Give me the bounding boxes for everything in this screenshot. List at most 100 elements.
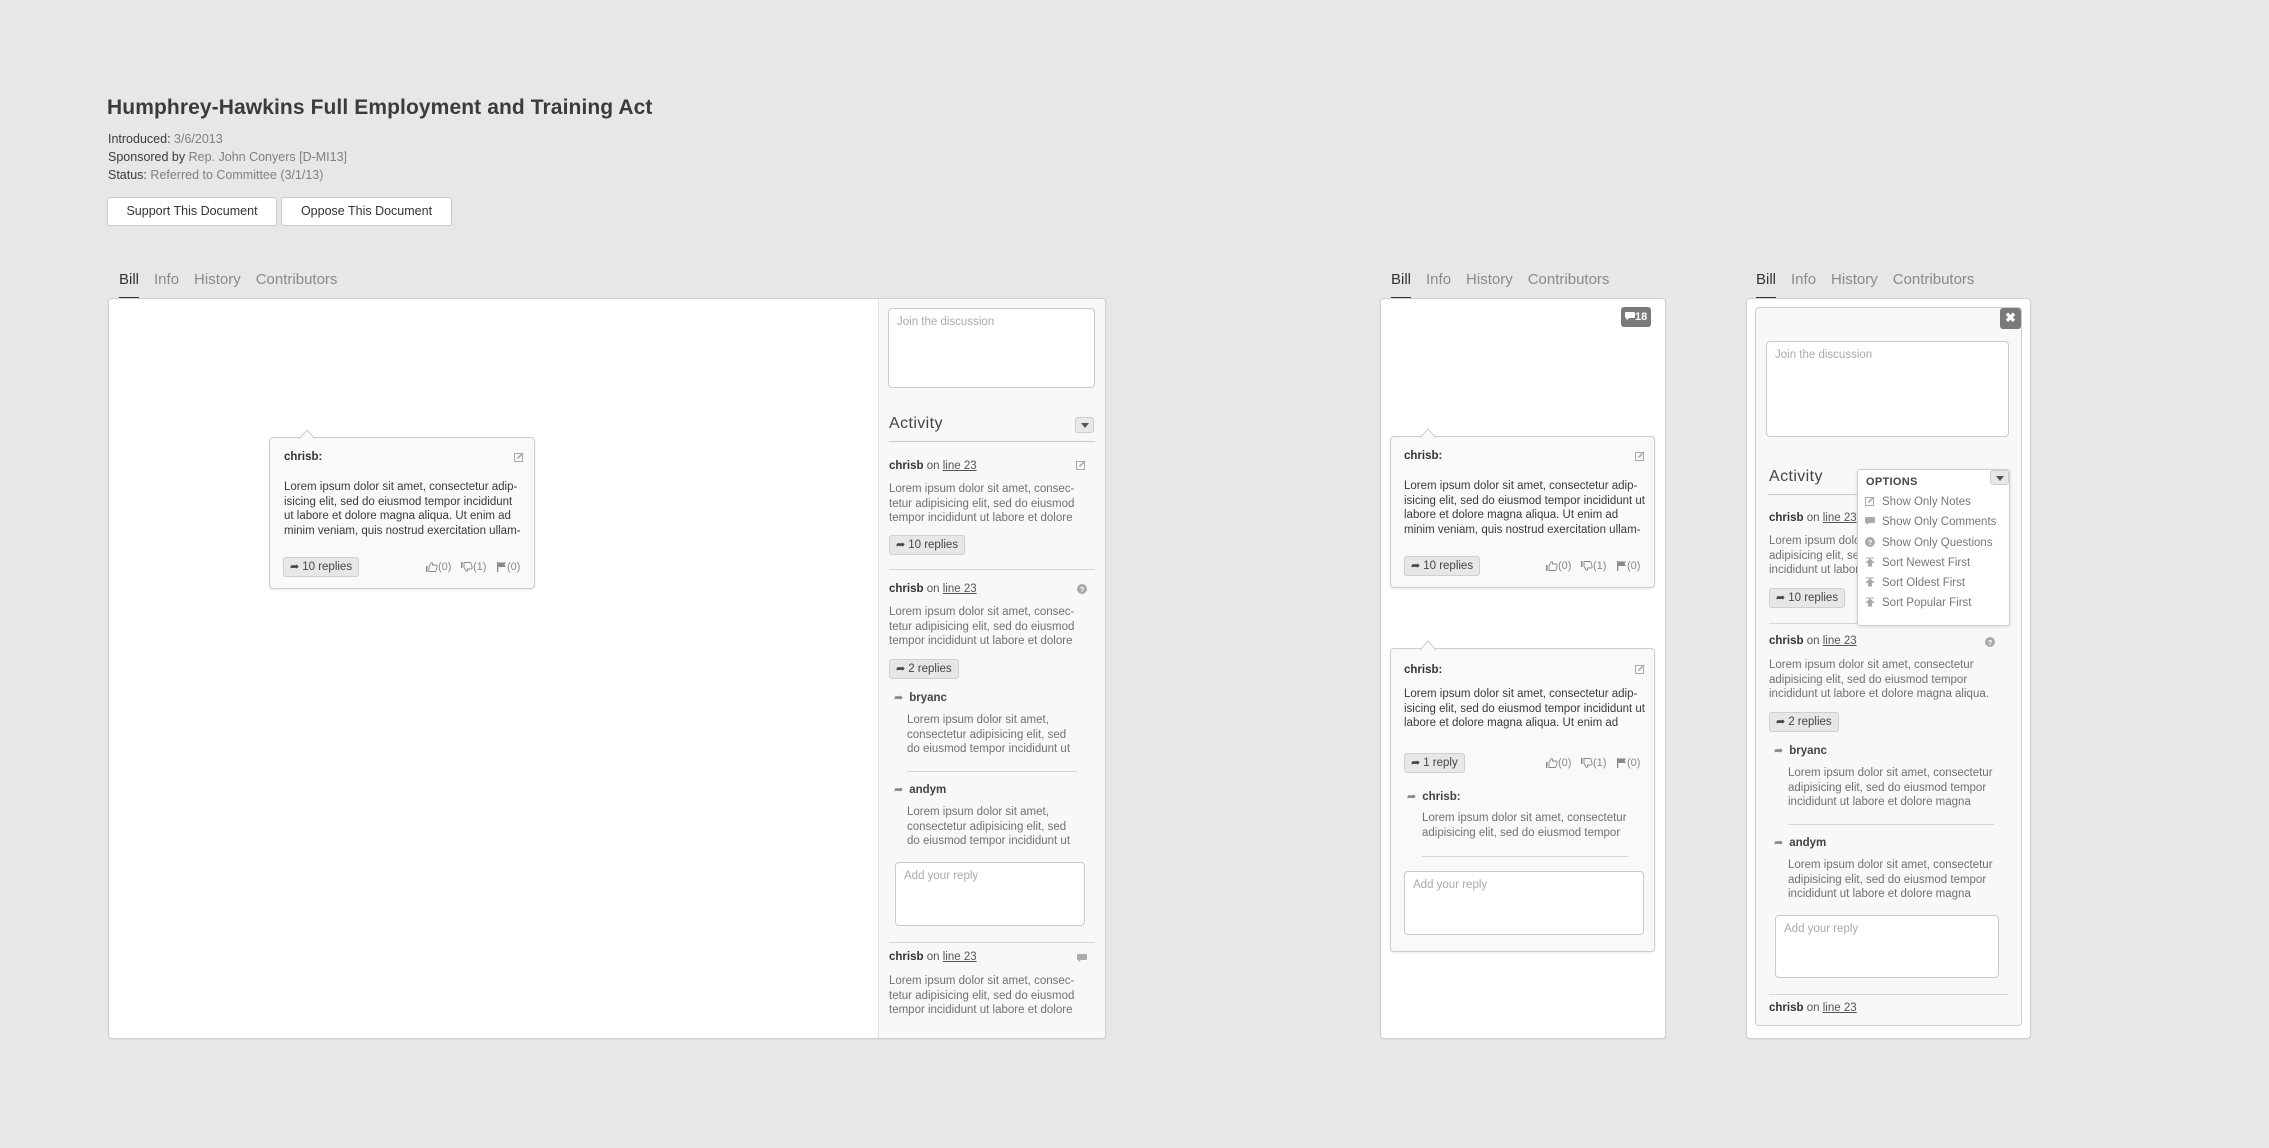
like-button[interactable]: (0) — [1546, 757, 1571, 769]
like-button[interactable]: (0) — [426, 561, 451, 573]
replies-button[interactable]: ➦ 10 replies — [1404, 556, 1481, 576]
note-icon — [1076, 460, 1086, 470]
replies-button[interactable]: ➦ 10 replies — [283, 557, 360, 577]
line-link[interactable]: line 23 — [1823, 512, 1857, 524]
edit-icon[interactable] — [514, 452, 524, 462]
activity-divider — [1768, 494, 1860, 495]
like-count: (0) — [438, 561, 452, 573]
flag-button[interactable]: (0) — [1617, 560, 1640, 572]
activity-item-text: Lorem ipsum dolor sit amet, consec- tetu… — [889, 975, 1075, 1016]
tab-info[interactable]: Info — [154, 271, 179, 299]
replies-button[interactable]: ➦ 2 replies — [889, 659, 959, 679]
sponsor-label: Sponsored by — [108, 150, 186, 164]
menu-item-show-only-comments[interactable]: Show Only Comments — [1864, 516, 1996, 528]
line-link[interactable]: line 23 — [1823, 635, 1857, 647]
tab-info[interactable]: Info — [1791, 271, 1816, 299]
discussion-sidebar: Activity chrisb on line 23 Lorem ipsum d… — [878, 299, 1105, 1038]
menu-item-sort-oldest[interactable]: Sort Oldest First — [1864, 577, 1965, 589]
tab-bill[interactable]: Bill — [1391, 271, 1412, 299]
tab-history[interactable]: History — [1466, 271, 1513, 299]
flag-count: (0) — [1627, 757, 1641, 769]
question-icon — [1864, 537, 1876, 547]
reply-author: ➦ bryanc — [1774, 744, 1827, 757]
line-link[interactable]: line 23 — [1823, 1002, 1857, 1014]
card-text: Lorem ipsum dolor sit amet, consectetur … — [284, 481, 521, 537]
activity-item-meta: chrisb on line 23 — [889, 460, 977, 472]
on-text: on — [1806, 1002, 1820, 1014]
line-link[interactable]: line 23 — [943, 583, 977, 595]
flag-icon — [1617, 561, 1627, 571]
replies-button[interactable]: ➦ 10 replies — [889, 535, 966, 555]
tab-info[interactable]: Info — [1426, 271, 1451, 299]
bill-panel-mobile: 18 chrisb: Lorem ipsum dolor sit amet, c… — [1380, 298, 1666, 1039]
replies-button[interactable]: ➦ 10 replies — [1769, 588, 1846, 608]
add-reply-input[interactable] — [895, 862, 1085, 926]
like-button[interactable]: (0) — [1546, 560, 1571, 572]
introduced-value: 3/6/2013 — [174, 132, 223, 146]
replies-button[interactable]: ➦ 2 replies — [1769, 712, 1839, 732]
annotation-card: chrisb: Lorem ipsum dolor sit amet, cons… — [269, 437, 535, 589]
bill-panel-desktop: chrisb: Lorem ipsum dolor sit amet, cons… — [108, 298, 1106, 1039]
add-reply-input[interactable] — [1404, 871, 1644, 935]
dislike-button[interactable]: (1) — [461, 561, 486, 573]
tab-bill[interactable]: Bill — [1756, 271, 1777, 299]
like-count: (0) — [1558, 757, 1572, 769]
reply-author: ➦ andym — [1774, 836, 1826, 849]
introduced-line: Introduced: 3/6/2013 — [108, 132, 223, 146]
tab-history[interactable]: History — [1831, 271, 1878, 299]
reply-text: Lorem ipsum dolor sit amet, consectetur … — [1422, 812, 1627, 839]
replies-button[interactable]: ➦ 1 reply — [1404, 753, 1465, 773]
join-discussion-input[interactable] — [1766, 341, 2009, 437]
menu-item-label: Show Only Questions — [1882, 537, 1993, 549]
oppose-document-button[interactable]: Oppose This Document — [281, 197, 452, 226]
dislike-count: (1) — [1593, 560, 1607, 572]
close-button[interactable]: ✖ — [2000, 308, 2021, 329]
discussion-overlay: ✖ Activity chrisb on line 23 Lorem ipsum… — [1755, 307, 2022, 1026]
activity-options-dropdown[interactable] — [1075, 417, 1094, 433]
menu-item-label: Show Only Notes — [1882, 496, 1971, 508]
replies-count: 10 replies — [1423, 560, 1474, 572]
replies-count: 1 reply — [1423, 757, 1458, 769]
menu-item-sort-newest[interactable]: Sort Newest First — [1864, 557, 1970, 569]
menu-item-show-only-questions[interactable]: Show Only Questions — [1864, 537, 1993, 549]
activity-author: chrisb — [889, 583, 924, 595]
card-pointer-icon — [1419, 640, 1437, 650]
support-document-button[interactable]: Support This Document — [107, 197, 277, 226]
sort-icon — [1864, 577, 1876, 587]
edit-icon[interactable] — [1635, 451, 1645, 461]
like-count: (0) — [1558, 560, 1572, 572]
tab-contributors[interactable]: Contributors — [1528, 271, 1610, 299]
question-icon — [1077, 584, 1087, 594]
menu-item-show-only-notes[interactable]: Show Only Notes — [1864, 496, 1971, 508]
reply-author-name: bryanc — [909, 692, 947, 704]
annotation-card-expanded: chrisb: Lorem ipsum dolor sit amet, cons… — [1390, 648, 1655, 952]
activity-author: chrisb — [1769, 635, 1804, 647]
tab-bill[interactable]: Bill — [119, 271, 140, 299]
join-discussion-input[interactable] — [888, 308, 1095, 388]
line-link[interactable]: line 23 — [943, 460, 977, 472]
sponsor-value: Rep. John Conyers [D-MI13] — [188, 150, 348, 164]
dislike-button[interactable]: (1) — [1581, 560, 1606, 572]
activity-item-text: Lorem ipsum dolor sit amet, consec- tetu… — [889, 606, 1075, 647]
document-tabs-mobile-options: Bill Info History Contributors — [1756, 271, 1989, 299]
flag-button[interactable]: (0) — [497, 561, 520, 573]
edit-icon[interactable] — [1635, 664, 1645, 674]
line-link[interactable]: line 23 — [943, 951, 977, 963]
dislike-button[interactable]: (1) — [1581, 757, 1606, 769]
menu-item-sort-popular[interactable]: Sort Popular First — [1864, 597, 1971, 609]
options-dropdown-toggle[interactable] — [1990, 470, 2009, 485]
activity-item-meta: chrisb on line 23 — [1769, 512, 1857, 524]
reply-text: Lorem ipsum dolor sit amet, consectetur … — [1788, 767, 1993, 808]
flag-button[interactable]: (0) — [1617, 757, 1640, 769]
add-reply-input[interactable] — [1775, 915, 1999, 978]
activity-item-text: Lorem ipsum dolor sit amet, consectetur … — [1769, 659, 1989, 700]
reply-author: ➦ bryanc — [894, 691, 947, 704]
item-divider — [1769, 994, 2008, 995]
tab-contributors[interactable]: Contributors — [256, 271, 338, 299]
activity-author: chrisb — [889, 951, 924, 963]
tab-contributors[interactable]: Contributors — [1893, 271, 1975, 299]
reply-divider — [907, 771, 1077, 772]
comment-count-badge[interactable]: 18 — [1621, 307, 1652, 327]
reply-author: ➦ andym — [894, 783, 946, 796]
tab-history[interactable]: History — [194, 271, 241, 299]
